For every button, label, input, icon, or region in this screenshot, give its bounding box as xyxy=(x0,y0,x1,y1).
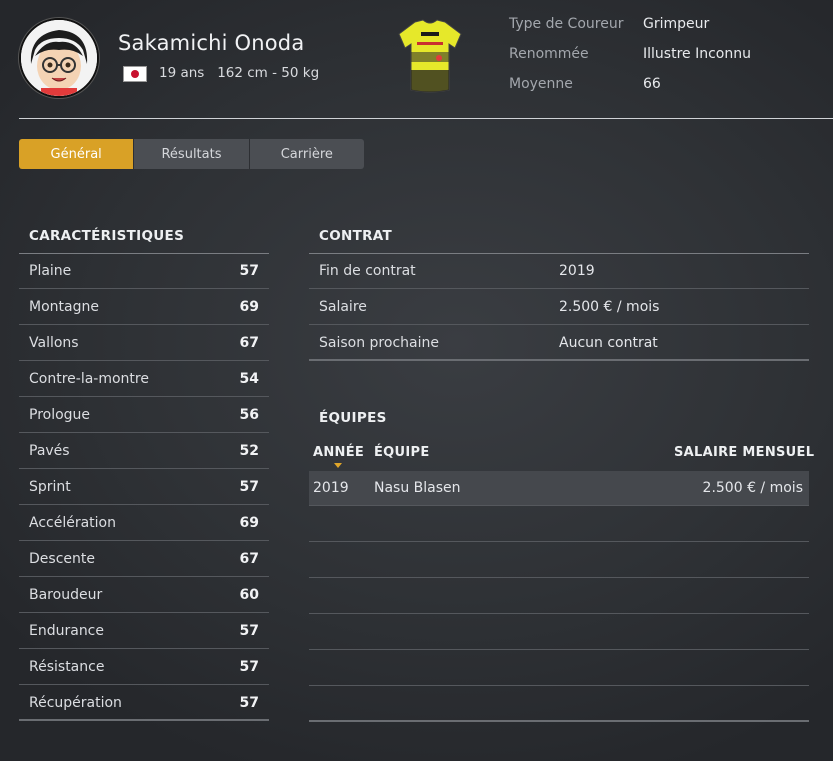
column-team[interactable]: ÉQUIPE xyxy=(374,445,430,460)
stat-label: Accélération xyxy=(29,515,116,531)
tab-career[interactable]: Carrière xyxy=(248,139,364,169)
stat-row-resistance: Résistance 57 xyxy=(19,650,269,685)
stat-value: 69 xyxy=(239,299,259,315)
stat-label: Récupération xyxy=(29,694,122,711)
characteristics-header-line xyxy=(19,218,269,254)
stat-value: 60 xyxy=(239,587,259,603)
stat-row-prologue: Prologue 56 xyxy=(19,398,269,433)
column-year[interactable]: ANNÉE xyxy=(313,445,364,460)
japan-flag-icon xyxy=(123,66,147,82)
stat-row-recuperation: Récupération 57 xyxy=(19,686,269,721)
stat-label: Endurance xyxy=(29,623,104,639)
team-row-empty xyxy=(309,615,809,650)
player-avatar xyxy=(19,18,99,98)
stat-label: Montagne xyxy=(29,299,99,315)
team-row-year: 2019 xyxy=(313,480,349,496)
stat-label: Sprint xyxy=(29,479,71,495)
stat-row-paves: Pavés 52 xyxy=(19,434,269,469)
stat-value: 54 xyxy=(239,371,259,387)
contract-value: 2.500 € / mois xyxy=(559,299,660,315)
player-name: Sakamichi Onoda xyxy=(118,31,305,55)
contract-label: Saison prochaine xyxy=(319,334,439,351)
team-row[interactable]: 2019 Nasu Blasen 2.500 € / mois xyxy=(309,471,809,506)
header-divider xyxy=(19,118,833,119)
stat-value: 57 xyxy=(239,623,259,639)
stat-label: Pavés xyxy=(29,443,70,459)
tab-bar: Général Résultats Carrière xyxy=(19,139,364,169)
team-row-empty xyxy=(309,507,809,542)
stat-label: Résistance xyxy=(29,659,105,675)
average-value: 66 xyxy=(643,76,661,92)
player-age-height-weight: 19 ans 162 cm - 50 kg xyxy=(159,65,320,81)
contract-row-next-season: Saison prochaine Aucun contrat xyxy=(309,326,809,361)
player-portrait-icon xyxy=(21,20,97,96)
stat-row-montagne: Montagne 69 xyxy=(19,290,269,325)
contract-row-end: Fin de contrat 2019 xyxy=(309,254,809,289)
stat-value: 57 xyxy=(239,659,259,675)
stat-row-acceleration: Accélération 69 xyxy=(19,506,269,541)
runner-type-label: Type de Coureur xyxy=(509,16,624,32)
stat-label: Baroudeur xyxy=(29,587,103,603)
column-salary[interactable]: SALAIRE MENSUEL xyxy=(674,445,814,460)
team-row-name: Nasu Blasen xyxy=(374,480,461,496)
stat-value: 67 xyxy=(239,335,259,351)
reputation-label: Renommée xyxy=(509,46,589,62)
stat-row-sprint: Sprint 57 xyxy=(19,470,269,505)
reputation-value: Illustre Inconnu xyxy=(643,46,751,62)
runner-type-value: Grimpeur xyxy=(643,16,710,32)
contract-label: Salaire xyxy=(319,299,367,315)
stat-row-descente: Descente 67 xyxy=(19,542,269,577)
stat-value: 52 xyxy=(239,443,259,459)
stat-value: 56 xyxy=(239,407,259,423)
sort-desc-icon xyxy=(334,463,342,468)
stat-row-endurance: Endurance 57 xyxy=(19,614,269,649)
stat-label: Plaine xyxy=(29,263,72,279)
tab-results[interactable]: Résultats xyxy=(133,139,249,169)
stat-row-vallons: Vallons 67 xyxy=(19,326,269,361)
teams-title: ÉQUIPES xyxy=(319,410,387,426)
team-row-salary: 2.500 € / mois xyxy=(702,480,803,496)
stat-row-contre-la-montre: Contre-la-montre 54 xyxy=(19,362,269,397)
tab-general[interactable]: Général xyxy=(19,139,134,169)
average-label: Moyenne xyxy=(509,76,573,92)
stat-label: Vallons xyxy=(29,335,79,351)
team-row-empty xyxy=(309,651,809,686)
stat-value: 57 xyxy=(239,479,259,495)
contract-label: Fin de contrat xyxy=(319,263,416,279)
stat-row-plaine: Plaine 57 xyxy=(19,254,269,289)
stat-label: Contre-la-montre xyxy=(29,371,149,387)
stat-value: 57 xyxy=(239,694,259,711)
team-row-empty xyxy=(309,579,809,614)
stat-label: Prologue xyxy=(29,407,91,423)
contract-value: 2019 xyxy=(559,263,595,279)
contract-row-salary: Salaire 2.500 € / mois xyxy=(309,290,809,325)
stat-value: 69 xyxy=(239,515,259,531)
team-jersey-icon xyxy=(395,18,465,96)
contract-header-line xyxy=(309,218,809,254)
stat-value: 67 xyxy=(239,551,259,567)
stat-value: 57 xyxy=(239,263,259,279)
team-row-empty xyxy=(309,687,809,722)
contract-value: Aucun contrat xyxy=(559,334,658,351)
stat-row-baroudeur: Baroudeur 60 xyxy=(19,578,269,613)
stat-label: Descente xyxy=(29,551,95,567)
team-row-empty xyxy=(309,543,809,578)
